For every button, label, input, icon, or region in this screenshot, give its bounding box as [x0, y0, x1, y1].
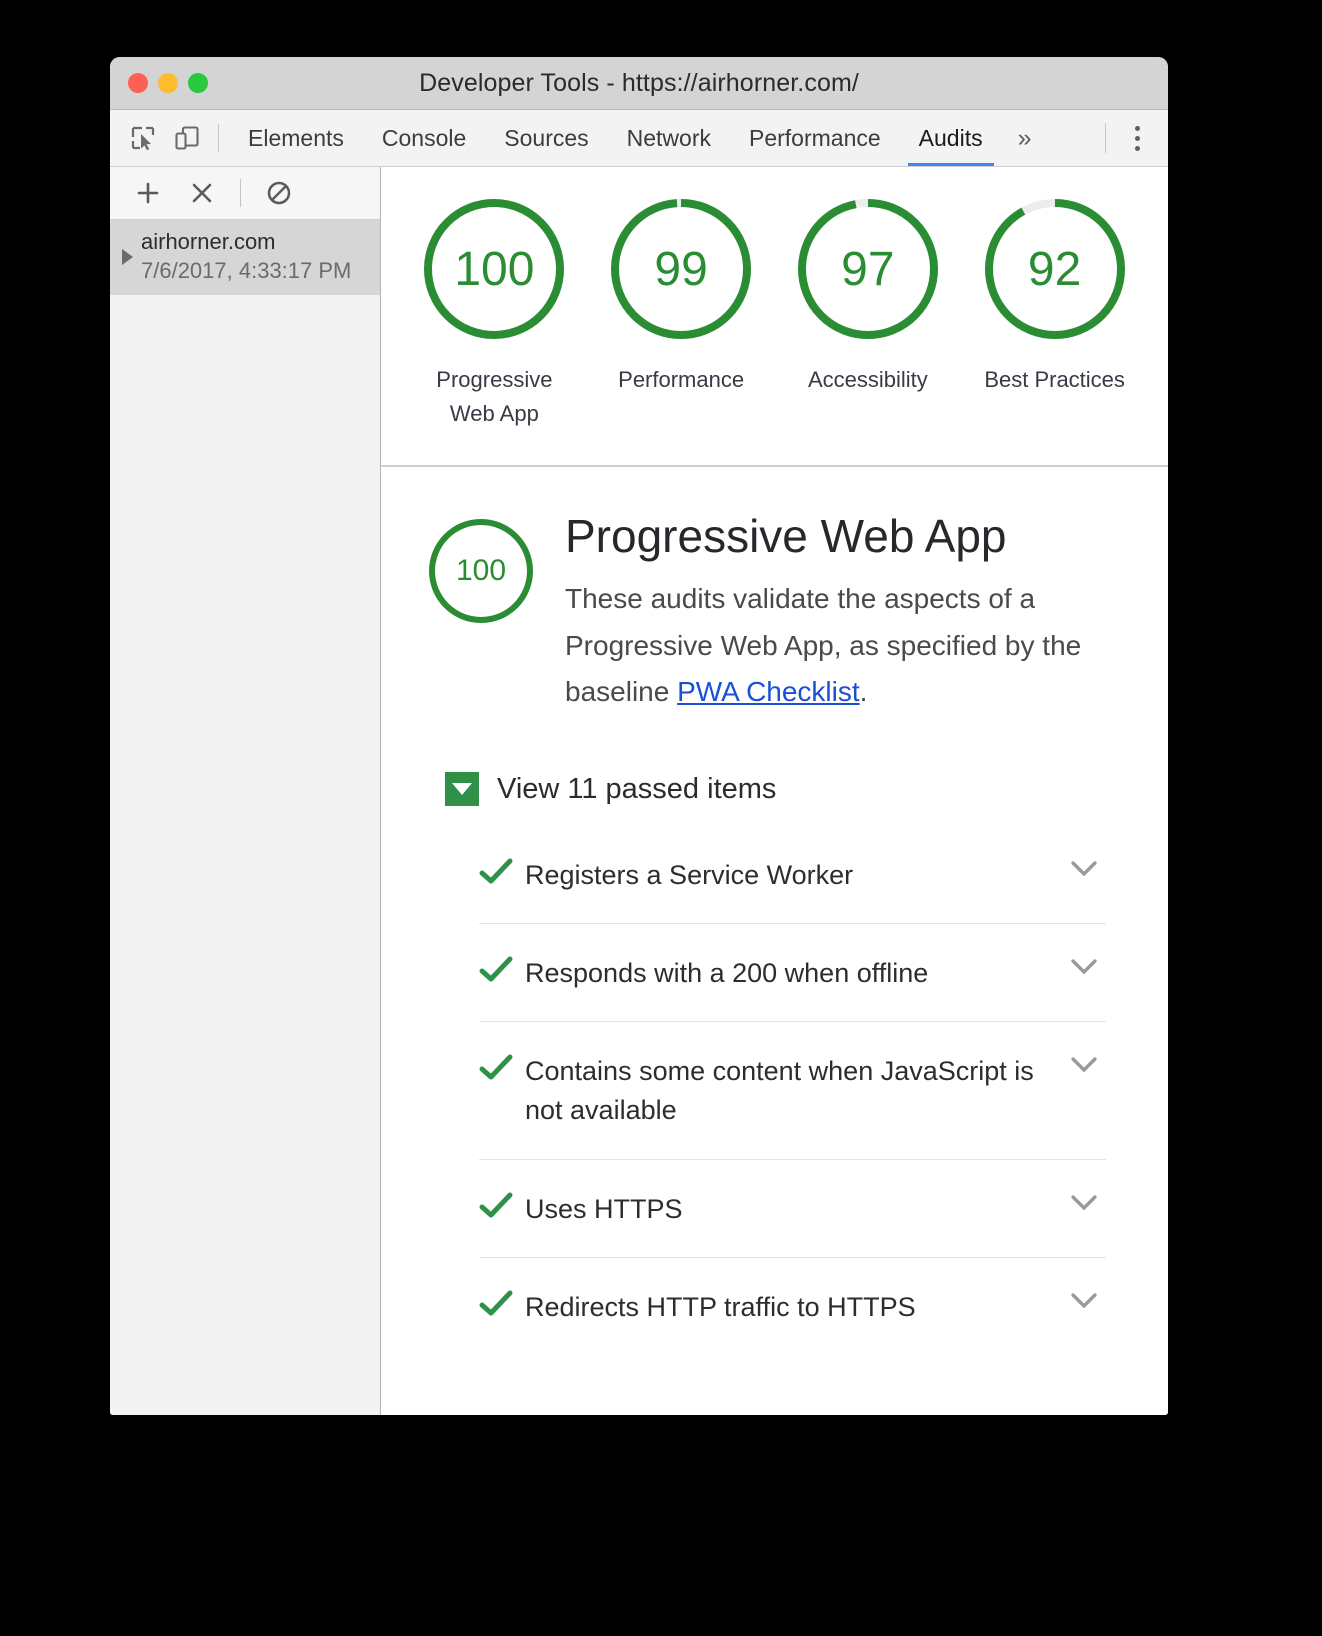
gauge-label-accessibility: Accessibility [807, 367, 928, 392]
audit-run-timestamp: 7/6/2017, 4:33:17 PM [141, 257, 352, 283]
gauge-ring-best-practices: 92 [979, 193, 1131, 345]
expand-triangle-icon[interactable] [122, 248, 133, 265]
category-score-value: 100 [455, 554, 507, 588]
tab-console[interactable]: Console [363, 110, 485, 166]
devtools-window: Developer Tools - https://airhorner.com/… [110, 57, 1168, 1415]
gauge-ring-performance: 99 [605, 193, 757, 345]
add-audit-button[interactable] [132, 177, 164, 209]
tab-audits[interactable]: Audits [900, 110, 1002, 166]
window-title: Developer Tools - https://airhorner.com/ [419, 68, 859, 97]
tab-console-label: Console [381, 124, 467, 151]
checkmark-icon [479, 858, 525, 886]
score-summary-section: 100 Progressive Web App 99 Performance 9… [381, 167, 1168, 468]
close-window-button[interactable] [128, 73, 148, 93]
audit-item-label: Uses HTTPS [525, 1193, 683, 1224]
kebab-dot [1134, 125, 1140, 131]
tab-elements-label: Elements [248, 124, 344, 151]
tabbar-divider [1105, 123, 1106, 153]
minimize-window-button[interactable] [158, 73, 178, 93]
audits-main-panel: 100 Progressive Web App 99 Performance 9… [381, 167, 1168, 1415]
clear-all-button[interactable] [263, 177, 295, 209]
audit-item-label: Redirects HTTP traffic to HTTPS [525, 1291, 916, 1322]
category-description: These audits validate the aspects of a P… [565, 576, 1124, 716]
tab-audits-label: Audits [918, 124, 983, 151]
score-gauges: 100 Progressive Web App 99 Performance 9… [381, 193, 1168, 431]
zoom-window-button[interactable] [188, 73, 208, 93]
checkmark-icon [479, 1290, 525, 1318]
tab-performance[interactable]: Performance [730, 110, 900, 166]
tab-bar-right-controls [1105, 110, 1168, 166]
gauge-value-performance: 99 [654, 242, 708, 296]
tab-sources[interactable]: Sources [485, 110, 607, 166]
category-score-badge: 100 [425, 515, 537, 627]
sidebar-toolbar [110, 167, 380, 220]
pwa-checklist-link[interactable]: PWA Checklist [677, 676, 860, 707]
audit-run-host: airhorner.com [141, 229, 276, 254]
page-title: Progressive Web App [565, 510, 1007, 563]
description-text-after: . [859, 676, 868, 708]
gauge-value-best-practices: 92 [1027, 242, 1082, 296]
gauge-ring-accessibility: 97 [792, 193, 944, 345]
score-gauge-pwa[interactable]: 100 Progressive Web App [405, 193, 583, 431]
tab-strip: Elements Console Sources Network Perform… [229, 110, 1048, 166]
more-tabs-label: » [1017, 123, 1032, 152]
devtools-tool-icons [110, 110, 218, 166]
chevron-down-icon[interactable] [1062, 1056, 1106, 1074]
score-gauge-best-practices[interactable]: 92 Best Practices [966, 193, 1144, 431]
device-toolbar-icon[interactable] [172, 123, 202, 153]
gauge-label-pwa: Progressive Web App [436, 367, 553, 427]
kebab-dot [1134, 145, 1140, 151]
audit-item-label: Contains some content when JavaScript is… [525, 1056, 1034, 1126]
audit-item-row[interactable]: Responds with a 200 when offline [479, 923, 1106, 1021]
audit-item-label: Registers a Service Worker [525, 860, 854, 891]
score-gauge-accessibility[interactable]: 97 Accessibility [779, 193, 957, 431]
score-gauge-performance[interactable]: 99 Performance [592, 193, 770, 431]
caret-glyph [452, 783, 472, 796]
audit-item-label: Responds with a 200 when offline [525, 958, 929, 989]
chevron-down-icon[interactable] [1062, 1194, 1106, 1212]
tab-performance-label: Performance [749, 124, 881, 151]
kebab-menu-icon[interactable] [1120, 121, 1154, 155]
audit-items-list: Registers a Service Worker Responds with… [479, 826, 1106, 1355]
toolbar-divider [218, 124, 219, 152]
more-tabs-icon[interactable]: » [1002, 110, 1048, 166]
inspect-element-icon[interactable] [128, 123, 158, 153]
tab-sources-label: Sources [504, 124, 589, 151]
tab-network-label: Network [626, 124, 711, 151]
checkmark-icon [479, 1054, 525, 1082]
title-bar: Developer Tools - https://airhorner.com/ [110, 57, 1168, 110]
view-passed-items-label: View 11 passed items [497, 772, 777, 805]
chevron-down-icon[interactable] [1062, 860, 1106, 878]
sidebar-toolbar-divider [240, 179, 241, 207]
kebab-dot [1134, 135, 1140, 141]
category-detail-section: 100 Progressive Web App These audits val… [381, 467, 1168, 1355]
chevron-down-icon[interactable] [1062, 1292, 1106, 1310]
gauge-label-best-practices: Best Practices [984, 367, 1125, 392]
panel-body: airhorner.com 7/6/2017, 4:33:17 PM 100 P… [110, 167, 1168, 1415]
tab-network[interactable]: Network [608, 110, 730, 166]
category-header: 100 Progressive Web App These audits val… [425, 511, 1124, 716]
caret-down-icon[interactable] [445, 772, 479, 807]
audits-sidebar: airhorner.com 7/6/2017, 4:33:17 PM [110, 167, 381, 1415]
category-header-text: Progressive Web App These audits validat… [565, 511, 1124, 716]
checkmark-icon [479, 1192, 525, 1220]
devtools-tab-bar: Elements Console Sources Network Perform… [110, 110, 1168, 167]
chevron-down-icon[interactable] [1062, 958, 1106, 976]
traffic-lights [128, 73, 208, 93]
gauge-ring-pwa: 100 [418, 193, 570, 345]
audit-run-list: airhorner.com 7/6/2017, 4:33:17 PM [110, 220, 380, 296]
audit-item-row[interactable]: Registers a Service Worker [479, 826, 1106, 923]
gauge-label-performance: Performance [618, 367, 745, 392]
gauge-value-pwa: 100 [454, 242, 535, 296]
gauge-value-accessibility: 97 [841, 242, 895, 296]
audit-run-item[interactable]: airhorner.com 7/6/2017, 4:33:17 PM [110, 220, 380, 296]
view-passed-items-toggle[interactable]: View 11 passed items [445, 772, 1124, 807]
checkmark-icon [479, 956, 525, 984]
tab-elements[interactable]: Elements [229, 110, 363, 166]
audit-item-row[interactable]: Redirects HTTP traffic to HTTPS [479, 1256, 1106, 1355]
audit-run-text: airhorner.com 7/6/2017, 4:33:17 PM [141, 228, 351, 285]
audit-item-row[interactable]: Uses HTTPS [479, 1158, 1106, 1257]
audit-item-row[interactable]: Contains some content when JavaScript is… [479, 1021, 1106, 1158]
delete-audit-button[interactable] [186, 177, 218, 209]
